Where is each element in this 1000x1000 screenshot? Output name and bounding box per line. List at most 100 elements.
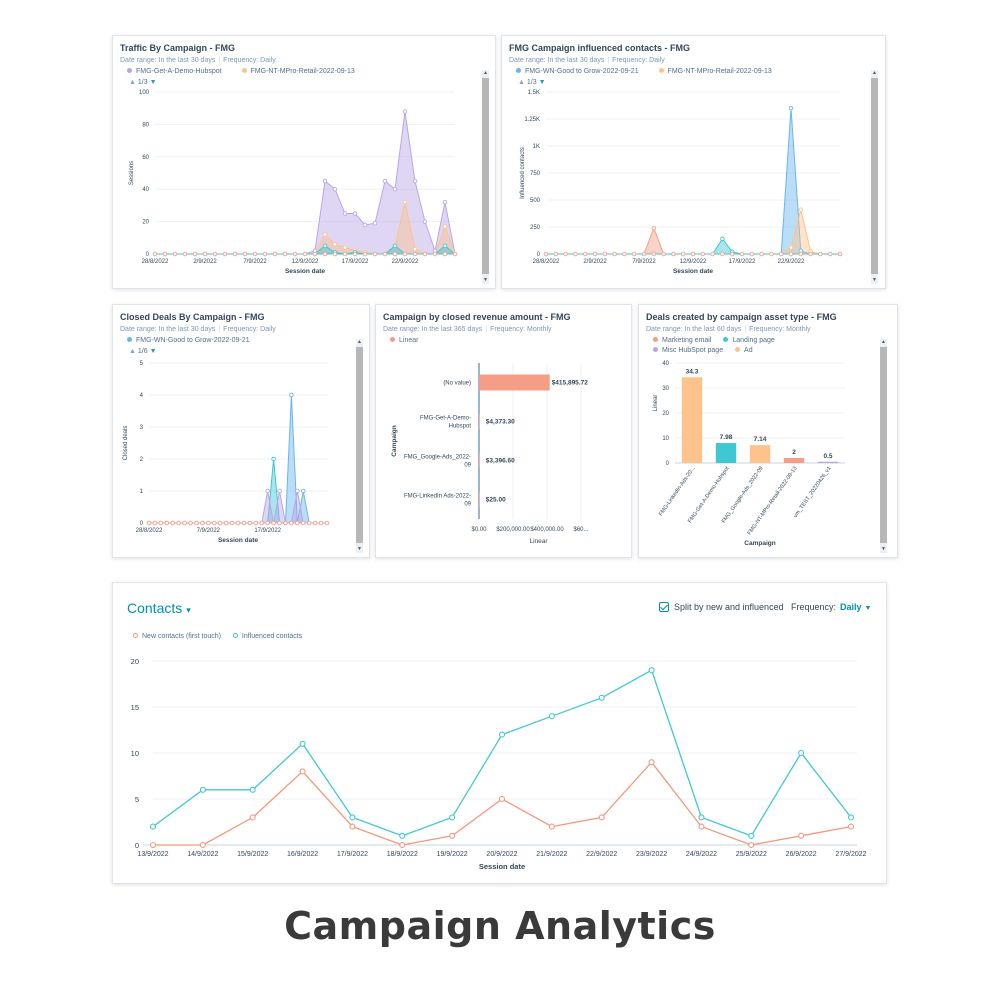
- legend-item[interactable]: Influenced contacts: [232, 633, 302, 640]
- y-tick-label: 40: [662, 361, 669, 367]
- data-point: [199, 786, 206, 793]
- y-tick-label: 1K: [533, 144, 540, 150]
- x-tick-label: 22/9/2022: [586, 851, 617, 858]
- meta-separator: |: [744, 326, 747, 333]
- date-range: Date range: In the last 365 days: [383, 326, 483, 333]
- data-point: [548, 823, 555, 830]
- bar: [681, 377, 703, 463]
- data-point: [332, 251, 338, 257]
- y-axis-label: Linear: [653, 395, 659, 412]
- pager-up-icon[interactable]: ▲: [129, 79, 136, 86]
- scroll-down-icon[interactable]: ▼: [880, 546, 887, 553]
- data-point: [342, 211, 348, 216]
- pager-up-icon[interactable]: ▲: [518, 79, 525, 86]
- x-tick-label: 25/9/2022: [736, 851, 767, 858]
- influenced-contacts-chart: 0 250 500 750 1K 1.25K 1.5K 28/8/2022 2/9/2022 7/…: [520, 90, 843, 275]
- data-point: [194, 520, 199, 526]
- legend-label: FMG-WN-Good to Grow-2022-09-21: [525, 68, 639, 75]
- x-tick-label: $200,000.00: [496, 527, 530, 533]
- data-point: [372, 220, 378, 226]
- legend-item[interactable]: Linear: [390, 337, 418, 344]
- data-point: [748, 832, 755, 839]
- data-point: [289, 392, 294, 398]
- data-point: [318, 520, 324, 526]
- data-point: [798, 749, 805, 757]
- data-point: [222, 251, 228, 257]
- data-point: [808, 251, 813, 257]
- scroll-thumb[interactable]: [482, 78, 489, 274]
- data-point: [242, 251, 248, 257]
- category-label: FMG-Get-A-Demo-: [420, 416, 471, 422]
- scrollbar[interactable]: ▲ ▼: [356, 339, 363, 553]
- y-tick-label: 0: [537, 252, 541, 258]
- x-axis-label: Session date: [218, 537, 258, 544]
- data-point: [422, 251, 428, 257]
- legend-item[interactable]: Misc HubSpot page: [653, 347, 723, 354]
- y-axis-label: Influenced contacts: [520, 147, 526, 199]
- scroll-down-icon[interactable]: ▼: [871, 277, 878, 284]
- data-point: [217, 520, 223, 526]
- data-point: [349, 823, 356, 830]
- y-tick-label: 250: [530, 225, 541, 231]
- legend-label: Ad: [744, 347, 753, 354]
- data-label: 7.98: [720, 434, 733, 441]
- influenced-contacts-card: FMG Campaign influenced contacts - FMG D…: [501, 35, 886, 289]
- card-title: Campaign by closed revenue amount - FMG: [383, 312, 571, 322]
- legend-item[interactable]: FMG-NT-MPro-Retail-2022-09-13: [241, 68, 355, 75]
- split-toggle[interactable]: Split by new and influenced: [659, 602, 784, 612]
- chart-legend: Misc HubSpot page Ad: [653, 347, 771, 354]
- data-point: [322, 232, 328, 237]
- legend-item[interactable]: New contacts (first touch): [133, 633, 221, 640]
- y-tick-label: 0: [135, 841, 139, 850]
- scroll-up-icon[interactable]: ▲: [482, 70, 489, 77]
- scroll-thumb[interactable]: [871, 78, 878, 274]
- frequency-selector[interactable]: Frequency: Daily ▼: [791, 602, 871, 612]
- frequency: Frequency: Daily: [612, 57, 665, 64]
- legend-item[interactable]: Ad: [735, 347, 753, 354]
- frequency-value[interactable]: Daily: [840, 602, 862, 612]
- scrollbar[interactable]: ▲ ▼: [482, 70, 489, 284]
- data-point: [146, 520, 152, 526]
- legend-swatch: [390, 337, 395, 342]
- data-point: [235, 520, 241, 526]
- pager-down-icon[interactable]: ▼: [150, 348, 157, 355]
- legend-item[interactable]: Landing page: [723, 337, 775, 344]
- pager-down-icon[interactable]: ▼: [150, 79, 157, 86]
- x-tick-label: $400,000.00: [530, 527, 564, 533]
- chart-legend: FMG-WN-Good to Grow-2022-09-21: [127, 337, 268, 344]
- y-tick-label: 20: [662, 411, 669, 417]
- data-point: [720, 236, 725, 242]
- legend-item[interactable]: Marketing email: [653, 337, 711, 344]
- scroll-up-icon[interactable]: ▲: [880, 339, 887, 346]
- data-point: [412, 178, 418, 184]
- legend-item[interactable]: FMG-Get-A-Demo-Hubspot: [127, 68, 222, 75]
- y-tick-label: 100: [139, 90, 150, 96]
- legend-item[interactable]: FMG-WN-Good to Grow-2022-09-21: [127, 337, 250, 344]
- data-point: [739, 251, 745, 257]
- data-point: [152, 251, 158, 257]
- data-point: [162, 251, 168, 257]
- scrollbar[interactable]: ▲ ▼: [871, 70, 878, 284]
- scroll-thumb[interactable]: [880, 347, 887, 543]
- scroll-up-icon[interactable]: ▲: [356, 339, 363, 346]
- data-label: 7.14: [754, 436, 767, 443]
- card-meta: Date range: In the last 30 days | Frequenc…: [120, 326, 276, 333]
- legend-label: FMG-WN-Good to Grow-2022-09-21: [136, 337, 250, 344]
- x-tick-label: 2/9/2022: [583, 259, 607, 265]
- contacts-title-dropdown[interactable]: Contacts ▾: [127, 600, 191, 616]
- scroll-up-icon[interactable]: ▲: [871, 70, 878, 77]
- scroll-down-icon[interactable]: ▼: [356, 546, 363, 553]
- pager-label: 1/3: [526, 79, 537, 86]
- scroll-down-icon[interactable]: ▼: [482, 277, 489, 284]
- category-label: FMG-LinkedIn Ads-2022-: [404, 494, 471, 500]
- legend-item[interactable]: FMG-NT-MPro-Retail-2022-09-13: [658, 68, 772, 75]
- pager-up-icon[interactable]: ▲: [129, 348, 136, 355]
- scrollbar[interactable]: ▲ ▼: [880, 339, 887, 553]
- data-point: [759, 251, 764, 257]
- legend-item[interactable]: FMG-WN-Good to Grow-2022-09-21: [516, 68, 639, 75]
- split-checkbox[interactable]: [659, 602, 669, 612]
- data-point: [847, 814, 855, 821]
- pager-down-icon[interactable]: ▼: [539, 79, 546, 86]
- scroll-thumb[interactable]: [356, 347, 363, 543]
- legend-swatch: [516, 68, 521, 73]
